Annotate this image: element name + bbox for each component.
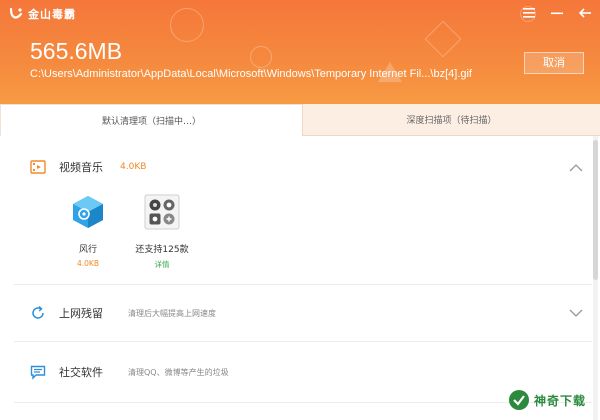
menu-icon[interactable] — [522, 6, 536, 20]
chevron-up-icon[interactable] — [568, 162, 584, 174]
section-title: 上网残留 — [59, 307, 103, 320]
decor-diamond — [424, 20, 462, 58]
funshion-app-icon — [73, 196, 103, 228]
vertical-scrollbar[interactable] — [593, 136, 598, 420]
scan-path: C:\Users\Administrator\AppData\Local\Mic… — [30, 68, 472, 80]
section-social-software[interactable]: 社交软件 清理QQ、微博等产生的垃圾 — [0, 342, 592, 402]
scan-results: 视频音乐 4.0KB 风行 4.0KB 还支持125款 详情 上网残留 清理后大… — [0, 136, 592, 420]
watermark-logo-icon — [509, 390, 529, 410]
section-header: 上网残留 清理后大幅提高上网速度 — [30, 302, 216, 324]
apps-grid-icon — [144, 194, 180, 230]
app-item-more[interactable]: 还支持125款 详情 — [126, 194, 198, 270]
section-description: 清理后大幅提高上网速度 — [128, 308, 216, 318]
section-header: 视频音乐 4.0KB — [30, 156, 146, 178]
header-banner: 金山毒霸 565.6MB C:\Users\Administrator\AppD… — [0, 0, 600, 104]
tab-default-items[interactable]: 默认清理项（扫描中…） — [0, 104, 302, 136]
film-icon — [30, 160, 46, 174]
scrollbar-thumb[interactable] — [593, 140, 598, 280]
app-title: 金山毒霸 — [28, 8, 76, 21]
section-title: 社交软件 — [59, 366, 103, 379]
item-name: 风行 — [78, 245, 97, 255]
refresh-icon — [32, 305, 44, 319]
app-logo: 金山毒霸 — [8, 6, 76, 22]
details-link[interactable]: 详情 — [126, 259, 198, 270]
cancel-button[interactable]: 取消 — [524, 52, 584, 74]
section-internet-residue[interactable]: 上网残留 清理后大幅提高上网速度 — [0, 285, 592, 341]
app-item-funshion[interactable]: 风行 4.0KB — [52, 194, 124, 268]
tab-deep-scan[interactable]: 深度扫描项（待扫描） — [302, 104, 600, 136]
back-icon[interactable] — [578, 6, 592, 20]
chevron-down-icon[interactable] — [568, 307, 584, 319]
section-title: 视频音乐 — [59, 161, 103, 174]
section-size: 4.0KB — [120, 162, 147, 172]
decor-circle — [250, 46, 272, 68]
chat-icon — [30, 365, 46, 380]
watermark-text: 神奇下载 — [534, 393, 587, 408]
minimize-icon[interactable] — [550, 6, 564, 20]
scan-tabs: 默认清理项（扫描中…） 深度扫描项（待扫描） — [0, 104, 600, 136]
decor-circle — [170, 8, 204, 42]
divider — [14, 402, 592, 403]
logo-icon — [9, 7, 23, 19]
section-header: 社交软件 清理QQ、微博等产生的垃圾 — [30, 361, 229, 383]
item-name: 还支持125款 — [135, 245, 189, 255]
window-controls — [522, 6, 592, 20]
item-size: 4.0KB — [77, 259, 99, 268]
section-description: 清理QQ、微博等产生的垃圾 — [128, 367, 229, 377]
scan-size: 565.6MB — [30, 38, 123, 64]
watermark: 神奇下载 — [508, 386, 598, 414]
section-video-music[interactable]: 视频音乐 4.0KB 风行 4.0KB 还支持125款 详情 — [0, 136, 592, 284]
